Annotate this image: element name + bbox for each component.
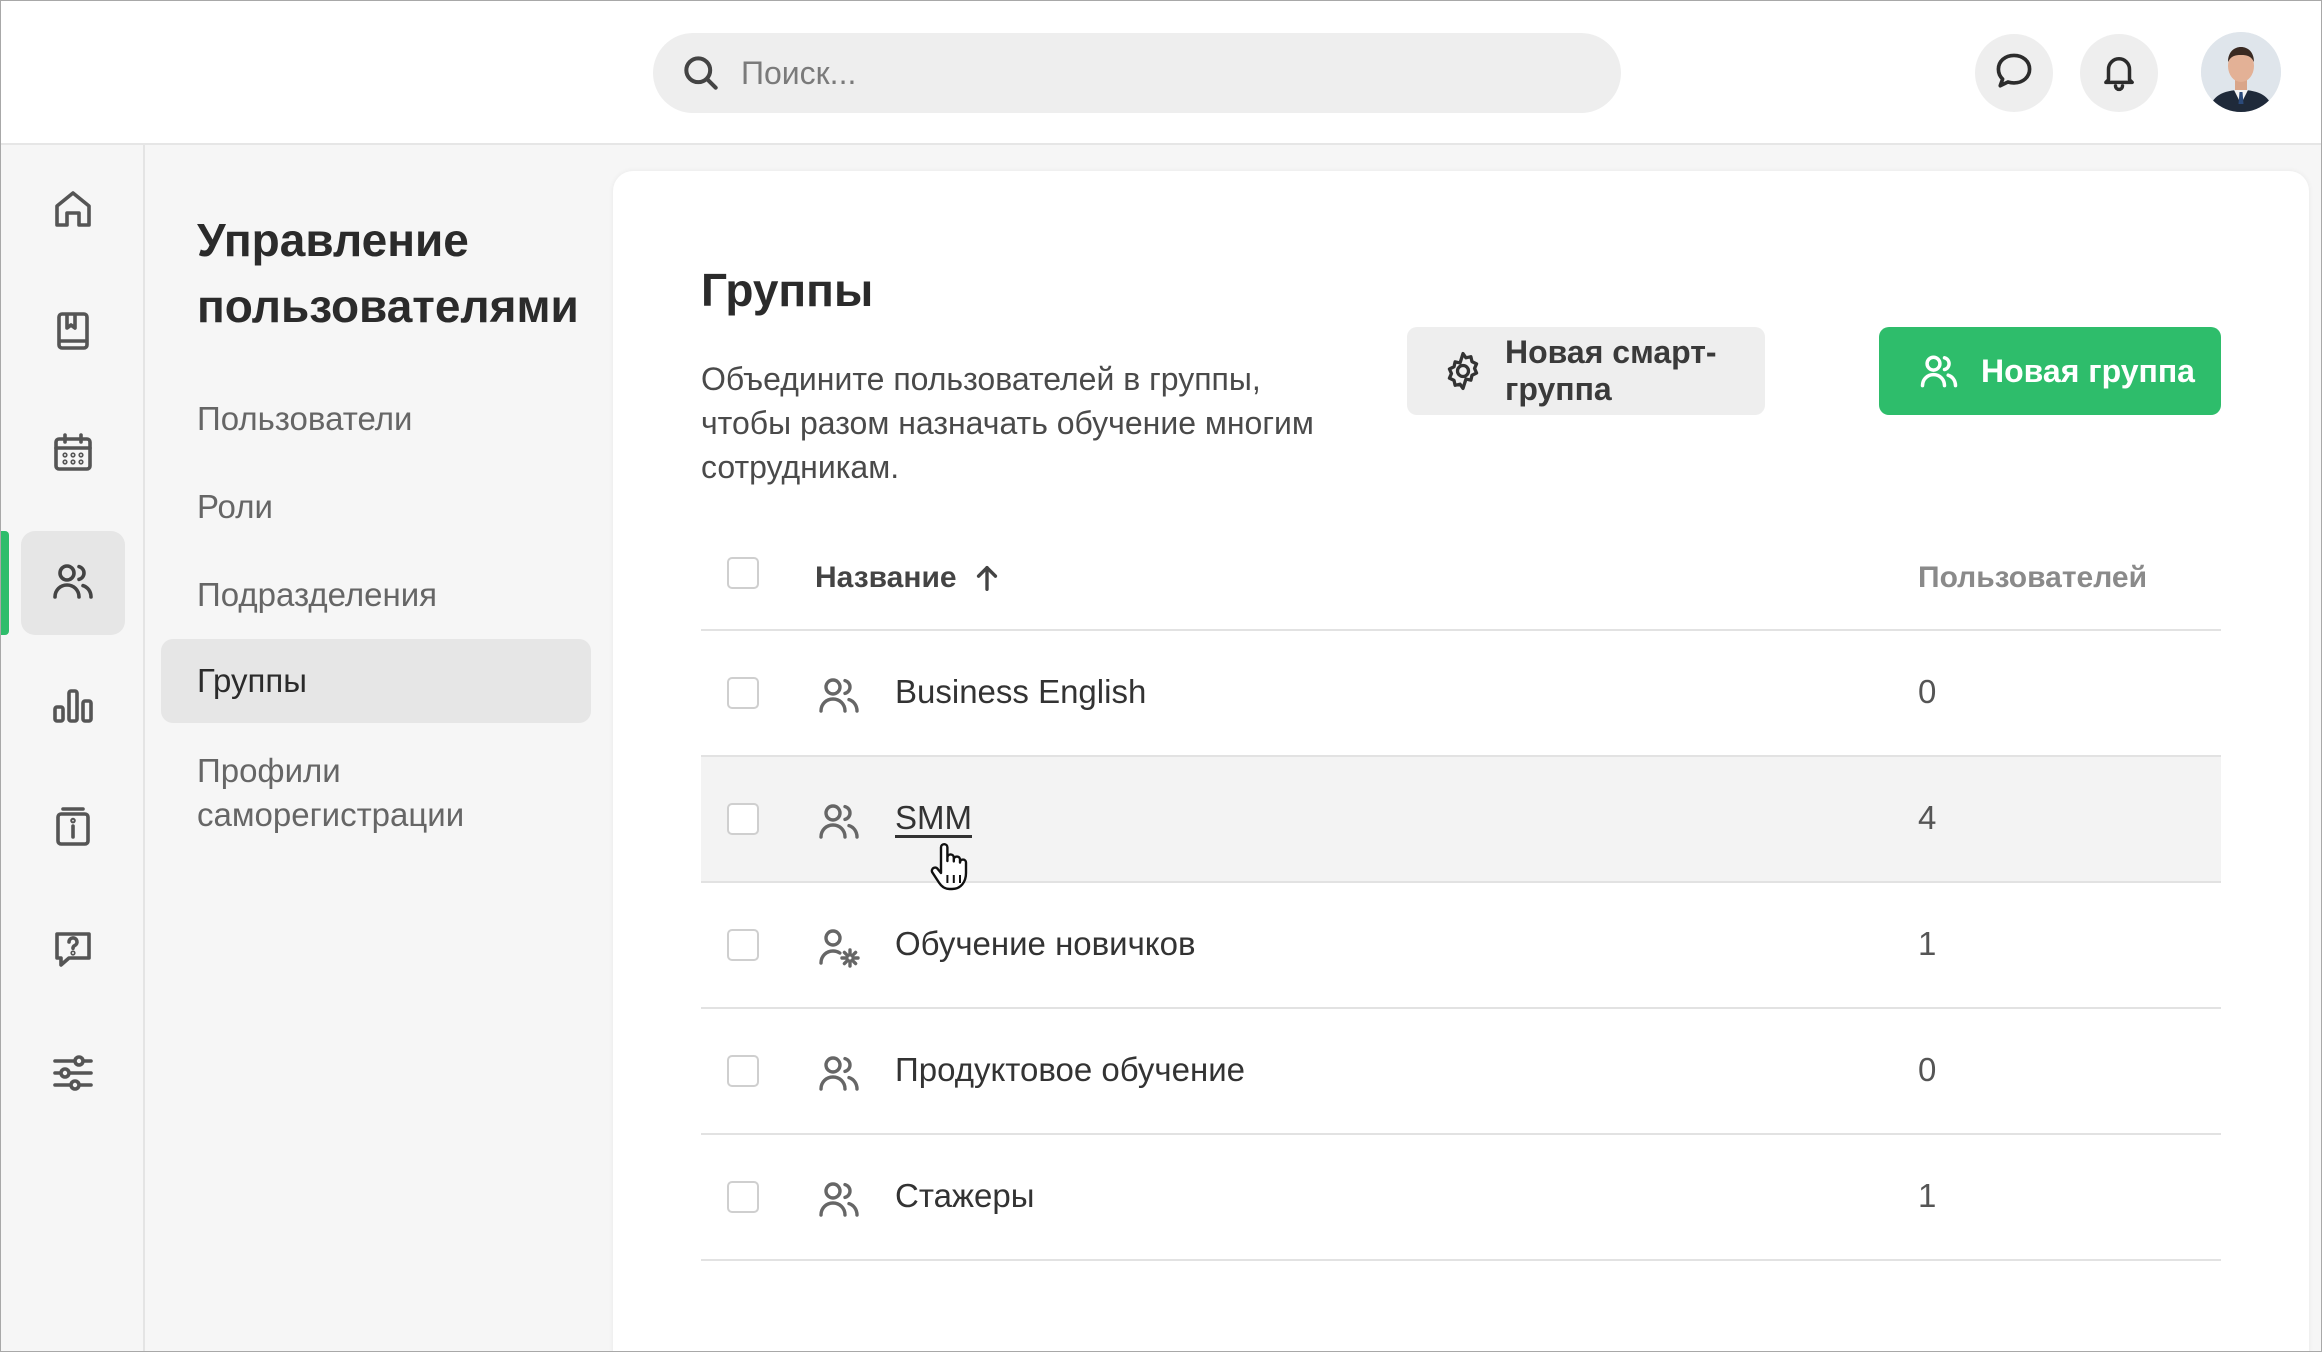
- users-icon: [815, 1049, 863, 1097]
- column-name-header[interactable]: Название: [815, 561, 1001, 595]
- home-icon: [49, 185, 97, 238]
- secondary-nav: Управление пользователями Пользователи Р…: [145, 145, 611, 1351]
- avatar-photo: [2201, 32, 2281, 112]
- bell-icon: [2098, 50, 2140, 97]
- row-checkbox[interactable]: [727, 1055, 759, 1087]
- users-icon: [815, 797, 863, 845]
- book-icon: [49, 307, 97, 360]
- info-card-icon: [49, 803, 97, 856]
- user-avatar[interactable]: [2201, 32, 2281, 112]
- column-users-header[interactable]: Пользователей: [1918, 561, 2147, 595]
- help-chat-icon: [49, 925, 97, 978]
- table-row[interactable]: Стажеры 1: [701, 1135, 2221, 1261]
- rail-help[interactable]: [21, 899, 125, 1003]
- rail-analytics[interactable]: [21, 655, 125, 759]
- notifications-button[interactable]: [2080, 34, 2158, 112]
- table-header: Название Пользователей: [701, 535, 2221, 631]
- group-name[interactable]: Обучение новичков: [895, 925, 1196, 963]
- search-icon: [679, 51, 723, 95]
- row-checkbox[interactable]: [727, 1181, 759, 1213]
- table-row[interactable]: Обучение новичков 1: [701, 883, 2221, 1009]
- group-user-count: 1: [1918, 925, 1937, 962]
- rail-users[interactable]: [21, 531, 125, 635]
- group-name[interactable]: Business English: [895, 673, 1146, 711]
- row-checkbox[interactable]: [727, 677, 759, 709]
- sliders-icon: [49, 1049, 97, 1102]
- row-checkbox[interactable]: [727, 803, 759, 835]
- users-icon: [815, 671, 863, 719]
- new-group-label: Новая группа: [1981, 352, 2195, 389]
- user-gear-icon: [815, 923, 863, 971]
- users-icon: [1917, 349, 1961, 393]
- icon-rail: [1, 145, 145, 1351]
- new-group-button[interactable]: Новая группа: [1879, 327, 2221, 415]
- group-user-count: 4: [1918, 799, 1937, 836]
- bar-chart-icon: [49, 681, 97, 734]
- column-name-label: Название: [815, 561, 957, 594]
- main-panel: Группы Объедините пользователей в группы…: [613, 171, 2309, 1351]
- new-smart-group-label: Новая смарт-группа: [1505, 334, 1717, 407]
- rail-calendar[interactable]: [21, 403, 125, 507]
- top-bar: [1, 1, 2321, 145]
- sort-arrow-up-icon: [973, 563, 1001, 593]
- search-bar[interactable]: [653, 33, 1621, 113]
- rail-info[interactable]: [21, 777, 125, 881]
- group-name[interactable]: Стажеры: [895, 1177, 1034, 1215]
- rail-home[interactable]: [21, 159, 125, 263]
- select-all-checkbox[interactable]: [727, 557, 759, 589]
- table-row[interactable]: SMM 4: [701, 757, 2221, 891]
- subnav-item-self-registration[interactable]: Профили саморегистрации: [161, 731, 521, 855]
- group-user-count: 1: [1918, 1177, 1937, 1214]
- group-user-count: 0: [1918, 1051, 1937, 1088]
- subnav-item-groups[interactable]: Группы: [161, 639, 591, 723]
- row-checkbox[interactable]: [727, 929, 759, 961]
- group-name-link[interactable]: SMM: [895, 799, 972, 837]
- subnav-item-roles[interactable]: Роли: [161, 467, 591, 547]
- page-title: Группы: [701, 264, 874, 316]
- groups-table: Название Пользователей Business English …: [701, 535, 2221, 1261]
- messages-button[interactable]: [1975, 34, 2053, 112]
- table-row[interactable]: Продуктовое обучение 0: [701, 1009, 2221, 1135]
- chat-bubble-icon: [1992, 49, 2036, 98]
- page-description: Объедините пользователей в группы, чтобы…: [701, 361, 1314, 485]
- table-row[interactable]: Business English 0: [701, 631, 2221, 757]
- group-name[interactable]: Продуктовое обучение: [895, 1051, 1245, 1089]
- group-user-count: 0: [1918, 673, 1937, 710]
- users-icon: [815, 1175, 863, 1223]
- gear-icon: [1441, 349, 1485, 393]
- users-icon: [49, 557, 97, 610]
- subnav-item-departments[interactable]: Подразделения: [161, 555, 591, 635]
- app-window: Управление пользователями Пользователи Р…: [0, 0, 2322, 1352]
- subnav-item-users[interactable]: Пользователи: [161, 379, 591, 459]
- active-indicator: [1, 531, 9, 635]
- new-smart-group-button[interactable]: Новая смарт-группа: [1407, 327, 1765, 415]
- rail-settings[interactable]: [21, 1023, 125, 1127]
- rail-courses[interactable]: [21, 281, 125, 385]
- search-input[interactable]: [739, 53, 1543, 93]
- calendar-icon: [49, 429, 97, 482]
- section-title: Управление пользователями: [197, 214, 579, 332]
